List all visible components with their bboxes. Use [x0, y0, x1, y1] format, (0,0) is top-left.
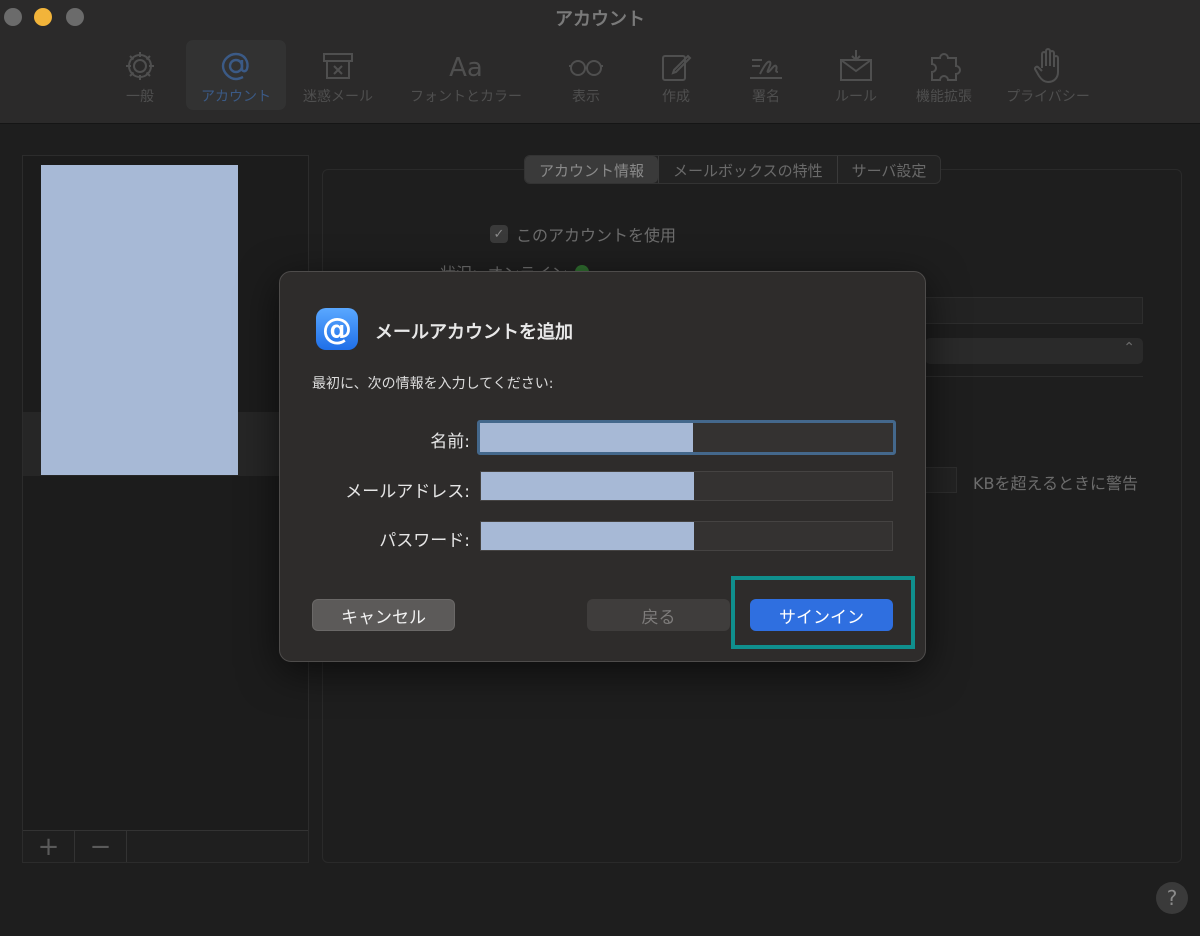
puzzle-icon [931, 53, 961, 81]
redacted-email-value [481, 472, 694, 500]
tab-mailbox-behaviors[interactable]: メールボックスの特性 [658, 156, 837, 183]
mail-at-icon: @ [316, 308, 358, 350]
redacted-password-value [481, 522, 694, 550]
toolbar-item-composing[interactable]: 作成 [626, 40, 726, 110]
redacted-account-area [41, 165, 238, 475]
compose-icon [662, 54, 692, 81]
toolbar-item-general[interactable]: 一般 [90, 40, 190, 110]
settings-text-field[interactable] [925, 297, 1143, 324]
email-field[interactable] [480, 471, 893, 501]
toolbar-label: 署名 [752, 89, 780, 105]
font-icon: Aa [449, 53, 483, 83]
use-account-label: このアカウントを使用 [516, 226, 677, 245]
help-button[interactable]: ? [1156, 882, 1188, 914]
toolbar-label: 表示 [572, 89, 600, 105]
toolbar-label: 一般 [126, 89, 154, 105]
toolbar-label: 機能拡張 [916, 89, 972, 105]
tab-server-settings[interactable]: サーバ設定 [836, 156, 941, 183]
dialog-title: メールアカウントを追加 [375, 322, 573, 343]
toolbar-item-junk[interactable]: 迷惑メール [288, 40, 388, 110]
kb-size-field[interactable] [925, 467, 957, 493]
toolbar-label: ルール [835, 89, 877, 105]
name-field[interactable] [477, 420, 896, 455]
tab-account-info[interactable]: アカウント情報 [525, 156, 659, 183]
svg-text:Aa: Aa [449, 53, 483, 83]
toolbar-item-extensions[interactable]: 機能拡張 [894, 40, 994, 110]
email-label: メールアドレス: [345, 482, 470, 502]
rules-icon [840, 50, 872, 81]
account-list[interactable]: + − [22, 155, 309, 863]
toolbar-item-privacy[interactable]: プライバシー [992, 40, 1104, 110]
at-icon [221, 52, 249, 81]
toolbar-label: アカウント [201, 89, 271, 105]
use-account-row[interactable]: ✓ このアカウントを使用 [490, 222, 676, 246]
sign-in-highlight-box [731, 576, 915, 649]
junk-icon [323, 53, 353, 79]
add-account-button[interactable]: + [23, 831, 75, 862]
toolbar-label: 作成 [662, 89, 690, 105]
account-list-footer: + − [23, 830, 308, 862]
title-bar: アカウント 一般 アカウント 迷惑メール Aa フォントとカラー 表示 作成 署… [0, 0, 1200, 124]
toolbar-item-accounts[interactable]: アカウント [186, 40, 286, 110]
password-label: パスワード: [379, 531, 470, 551]
chevron-updown-icon: ⌃ [1123, 340, 1135, 356]
back-button[interactable]: 戻る [587, 599, 730, 631]
name-label: 名前: [430, 432, 470, 452]
dialog-instructions: 最初に、次の情報を入力してください: [312, 376, 554, 392]
redacted-name-value [480, 423, 693, 452]
window-title: アカウント [555, 9, 645, 30]
use-account-checkbox[interactable]: ✓ [490, 225, 508, 243]
gear-icon [126, 52, 154, 80]
settings-tab-bar: アカウント情報 メールボックスの特性 サーバ設定 [524, 155, 942, 184]
signature-icon [750, 59, 782, 79]
password-field[interactable] [480, 521, 893, 551]
toolbar-label: プライバシー [1006, 89, 1090, 105]
kb-warning-label: KBを超えるときに警告 [973, 474, 1138, 493]
toolbar-item-rules[interactable]: ルール [806, 40, 906, 110]
toolbar-item-fonts-colors[interactable]: Aa フォントとカラー [404, 40, 528, 110]
cancel-button[interactable]: キャンセル [312, 599, 455, 631]
hand-icon [1034, 48, 1059, 84]
toolbar-item-signatures[interactable]: 署名 [716, 40, 816, 110]
add-mail-account-dialog: @ メールアカウントを追加 最初に、次の情報を入力してください: 名前: メール… [279, 271, 926, 662]
settings-popup-menu[interactable]: ⌃ [925, 338, 1143, 364]
toolbar-label: 迷惑メール [303, 89, 373, 105]
divider [925, 376, 1143, 377]
toolbar-item-viewing[interactable]: 表示 [536, 40, 636, 110]
glasses-icon [569, 60, 603, 76]
toolbar-label: フォントとカラー [410, 89, 522, 105]
remove-account-button[interactable]: − [75, 831, 127, 862]
